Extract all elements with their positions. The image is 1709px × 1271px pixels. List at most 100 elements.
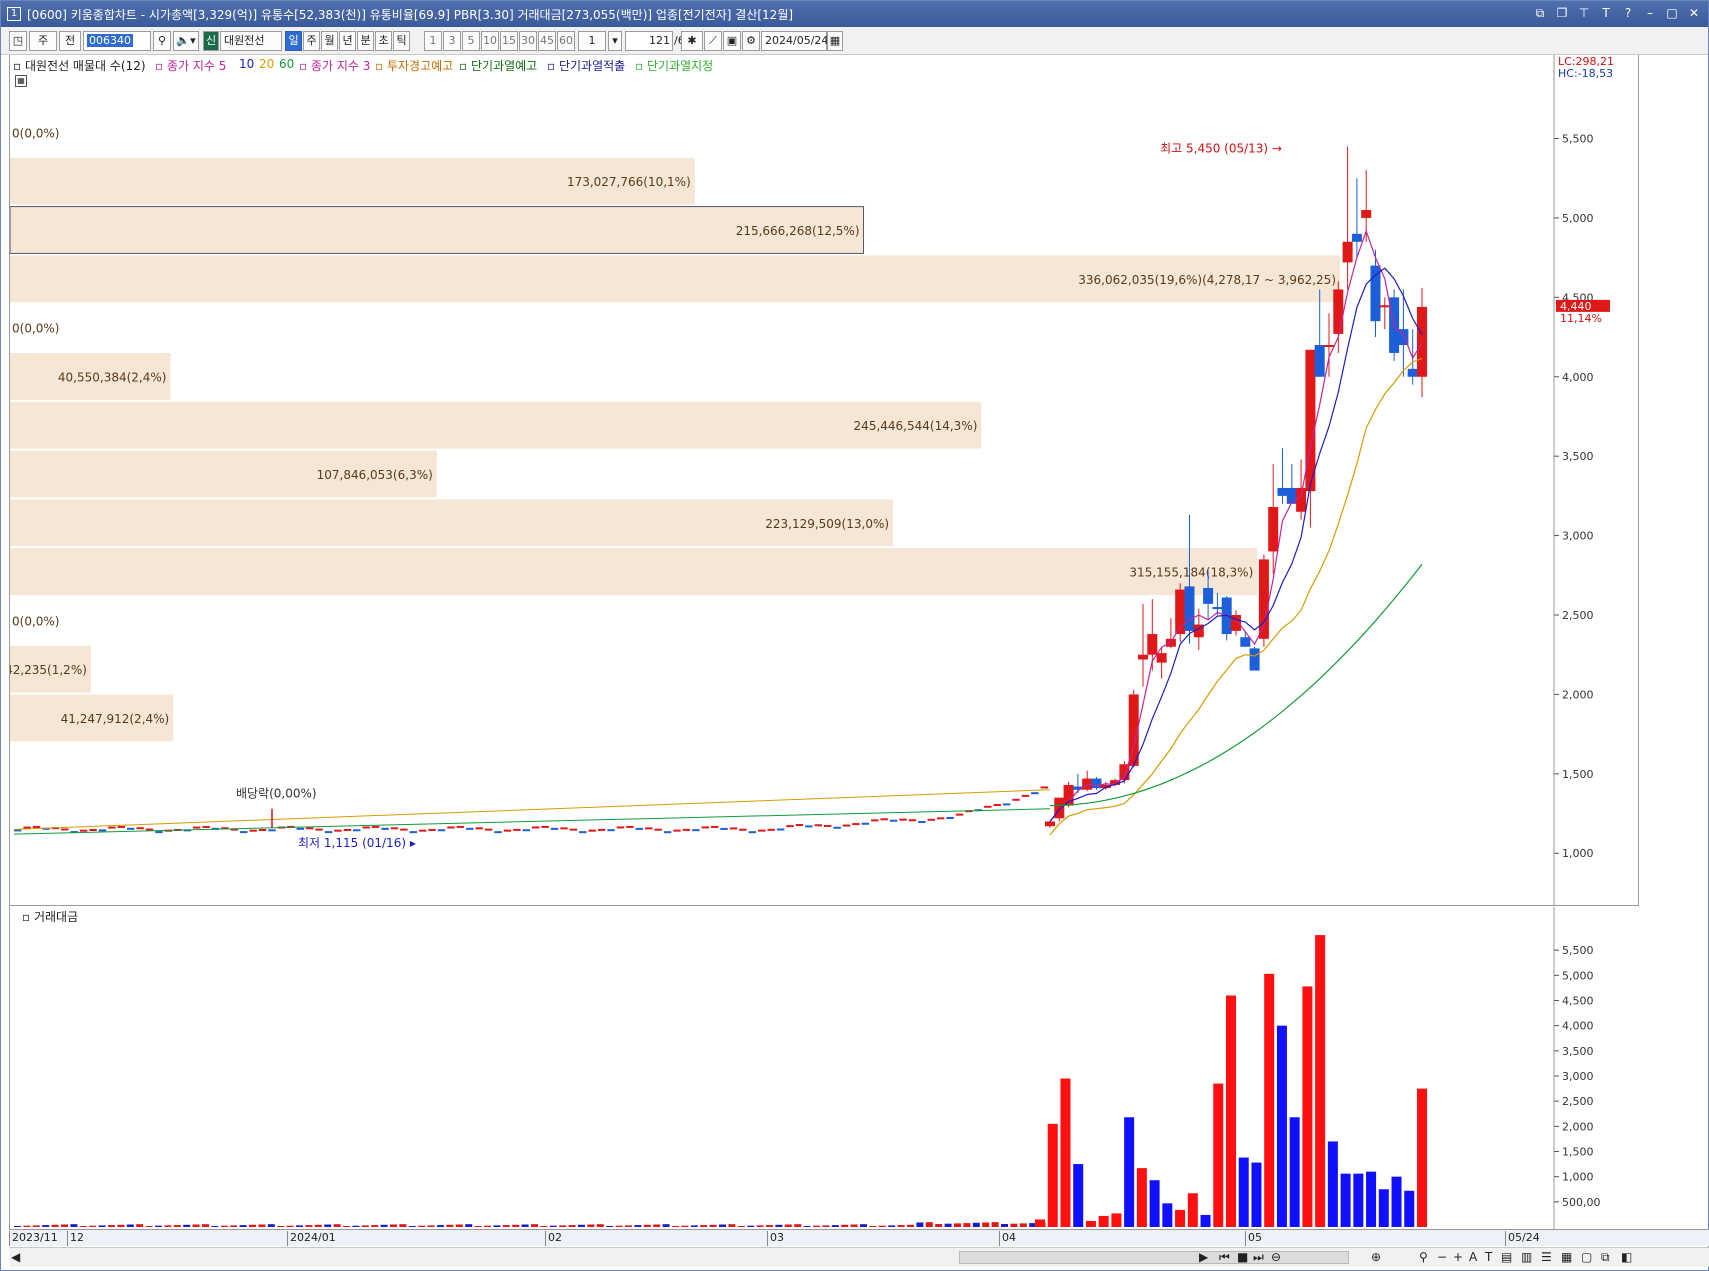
close-icon[interactable]: ✕ <box>1686 5 1702 21</box>
value-bar <box>1213 1083 1224 1227</box>
value-tick-label: 4,500 <box>1562 995 1594 1008</box>
early-candle <box>927 818 935 821</box>
window-icon[interactable]: ▢ <box>1581 1250 1592 1264</box>
minute-tab-60[interactable]: 60 <box>557 31 575 51</box>
value-bar <box>1047 1123 1058 1227</box>
minute-tab-45[interactable]: 45 <box>538 31 556 51</box>
value-bar-early <box>502 1225 510 1227</box>
price-tick-label: 5,500 <box>1562 133 1594 146</box>
count-input[interactable]: 121 <box>625 31 673 51</box>
value-bar-early <box>634 1225 642 1227</box>
interval-select[interactable]: 1 <box>578 31 606 51</box>
candle-body <box>1379 305 1390 308</box>
value-bar <box>1264 973 1275 1227</box>
settings-icon[interactable]: ◧ <box>1621 1250 1632 1264</box>
value-bar-early <box>925 1222 933 1227</box>
all-markets-button[interactable]: 전 <box>59 31 81 51</box>
period-tab-2[interactable]: 월 <box>321 31 338 51</box>
scroll-left-icon[interactable]: ◀ <box>11 1250 20 1264</box>
value-bar-early <box>173 1225 181 1227</box>
scroll-thumb[interactable] <box>959 1251 1349 1264</box>
value-bar <box>1149 1180 1160 1227</box>
screen-number-icon[interactable]: 1 <box>7 7 21 21</box>
minute-tab-3[interactable]: 3 <box>443 31 461 51</box>
early-candle <box>880 818 888 821</box>
value-bar-early <box>305 1225 313 1227</box>
period-tab-1[interactable]: 주 <box>303 31 320 51</box>
minus-icon[interactable]: − <box>1437 1250 1447 1264</box>
early-candle <box>475 827 483 830</box>
early-candle <box>767 828 775 831</box>
calendar-icon[interactable]: ▦ <box>827 31 843 51</box>
magnifier-icon[interactable]: ⚲ <box>1419 1250 1428 1264</box>
text-format-icon[interactable]: T <box>1485 1250 1492 1264</box>
stock-code-input[interactable]: 006340 <box>83 31 151 51</box>
value-bar-early <box>935 1223 943 1227</box>
period-tab-0[interactable]: 일 <box>285 31 302 51</box>
date-axis-label: 2024/01 <box>287 1231 336 1246</box>
chevron-down-icon[interactable]: ▾ <box>608 31 622 51</box>
font-icon[interactable]: T <box>1598 5 1614 21</box>
early-candle <box>98 829 107 832</box>
value-bar <box>1162 1203 1173 1227</box>
help-icon[interactable]: ? <box>1620 5 1636 21</box>
maximize-icon[interactable]: □ <box>1664 5 1680 21</box>
rewind-icon[interactable]: ⏮ <box>1219 1250 1230 1265</box>
plus-icon[interactable]: + <box>1453 1250 1463 1264</box>
value-tick-label: 3,500 <box>1562 1045 1594 1058</box>
minimize-icon[interactable]: – <box>1642 5 1658 21</box>
period-tab-6[interactable]: 틱 <box>393 31 410 51</box>
stock-name-field[interactable]: 대원전선 <box>220 31 282 51</box>
date-input[interactable]: 2024/05/24 <box>761 31 828 51</box>
period-tab-3[interactable]: 년 <box>339 31 356 51</box>
minute-tab-5[interactable]: 5 <box>462 31 480 51</box>
scroll-right-icon[interactable]: ▶ <box>1199 1250 1208 1264</box>
period-tab-4[interactable]: 분 <box>357 31 374 51</box>
value-bar-early <box>747 1225 755 1227</box>
value-bar <box>1378 1189 1389 1227</box>
minute-tab-1[interactable]: 1 <box>424 31 442 51</box>
copy-icon[interactable]: ❐ <box>1554 5 1570 21</box>
draw-icon[interactable]: ⟋ <box>704 31 722 51</box>
sound-icon[interactable]: 🔈▾ <box>173 31 199 51</box>
arrange-icon[interactable]: ⧉ <box>1601 1250 1610 1265</box>
search-icon[interactable]: ⚲ <box>153 31 171 51</box>
tool-icon[interactable]: ✱ <box>681 31 703 51</box>
forward-icon[interactable]: ⏭ <box>1253 1250 1264 1265</box>
save-icon[interactable]: ▣ <box>723 31 741 51</box>
early-candle <box>541 825 549 828</box>
early-candle <box>466 827 474 830</box>
list-icon[interactable]: ☰ <box>1541 1250 1552 1264</box>
zoom-in-icon[interactable]: ⊕ <box>1371 1250 1381 1264</box>
minute-tab-30[interactable]: 30 <box>519 31 537 51</box>
split-icon[interactable]: ▦ <box>1561 1250 1572 1264</box>
gear-icon[interactable]: ⚙ <box>742 31 760 51</box>
volume-profile-label: 173,027,766(10,1%) <box>567 175 691 189</box>
value-bar-early <box>549 1225 557 1227</box>
candle-body <box>1268 507 1279 552</box>
text-size-icon[interactable]: A <box>1469 1250 1477 1264</box>
layout-icon[interactable]: ▥ <box>1521 1250 1532 1264</box>
early-candle <box>729 827 738 830</box>
pin-icon[interactable]: ⊤ <box>1576 5 1592 21</box>
link-icon[interactable]: ⧉ <box>1532 5 1548 21</box>
minute-tab-10[interactable]: 10 <box>481 31 499 51</box>
chart-type-icon[interactable]: ◳ <box>9 31 27 51</box>
early-candle <box>645 827 653 830</box>
value-bar <box>1251 1162 1262 1227</box>
stop-icon[interactable]: ■ <box>1237 1250 1248 1264</box>
hc-label: HC:-18,53 <box>1558 67 1613 80</box>
early-candle <box>758 829 766 832</box>
period-tab-5[interactable]: 초 <box>375 31 392 51</box>
value-bar-early <box>474 1225 482 1227</box>
zoom-out-icon[interactable]: ⊖ <box>1271 1250 1281 1264</box>
minute-tab-15[interactable]: 15 <box>500 31 518 51</box>
code-toggle-button[interactable]: 주 <box>29 31 57 51</box>
candle-body <box>1351 233 1362 242</box>
low-price-label: 최저 1,115 (01/16) ▸ <box>298 836 416 850</box>
candle-body <box>1342 241 1353 263</box>
grid-icon[interactable]: ▤ <box>1501 1250 1512 1264</box>
price-chart[interactable]: 1,000 1,500 2,000 2,500 3,000 3,500 4,000 4,500… <box>0 55 1639 906</box>
trading-value-chart[interactable]: ▫ 거래대금 500,00 1,000 1,500 2,000 2,500 3,000 3,5… <box>9 907 1639 1229</box>
chart-scrollbar[interactable]: ◀ ▶ ⏮ ■ ⏭ ⊖ ⊕ ⚲ − + A T ▤ ▥ ☰ ▦ ▢ ⧉ ◧ <box>9 1247 1709 1267</box>
